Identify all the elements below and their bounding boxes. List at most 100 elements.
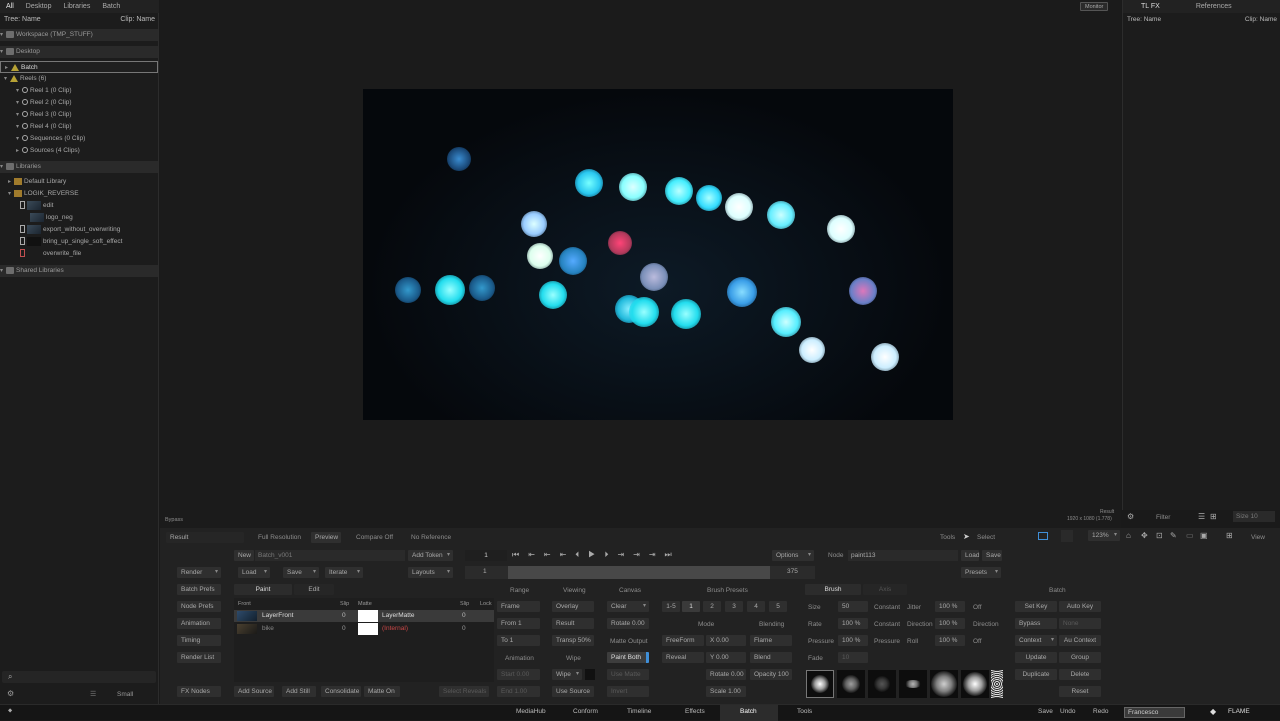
list-view-icon[interactable]: ☰ — [90, 690, 96, 698]
consolidate-button[interactable]: Consolidate — [321, 686, 361, 697]
save-button[interactable]: Save — [1038, 708, 1053, 715]
freeform-button[interactable]: FreeForm — [662, 635, 704, 646]
tree-item-shared-libraries[interactable]: ▾ Shared Libraries — [0, 265, 158, 277]
tree-item-overwrite-file[interactable]: overwrite_file — [0, 248, 158, 260]
redo-button[interactable]: Redo — [1093, 708, 1109, 715]
tab-edit[interactable]: Edit — [294, 584, 334, 595]
tree-item-workspace[interactable]: ▾ Workspace (TMP_STUFF) — [0, 29, 158, 41]
start-field[interactable]: Start 0.00 — [497, 669, 540, 680]
brush-tip[interactable] — [868, 670, 896, 698]
clip-name-header[interactable]: Clip: Name — [120, 16, 155, 24]
tree-item-export[interactable]: export_without_overwriting — [0, 224, 158, 236]
brush-tip[interactable] — [961, 670, 989, 698]
roll-field[interactable]: 100 % — [935, 635, 965, 646]
tab-mediahub[interactable]: MediaHub — [516, 708, 546, 715]
transp-field[interactable]: Transp 50% — [552, 635, 594, 646]
bypass-button[interactable]: Bypass — [1015, 618, 1057, 629]
use-source-button[interactable]: Use Source — [552, 686, 594, 697]
tree-item-edit[interactable]: edit — [0, 200, 158, 212]
direction-field[interactable]: 100 % — [935, 618, 965, 629]
search-field[interactable]: ⌕ — [2, 671, 156, 683]
gear-icon[interactable]: ⚙ — [7, 689, 14, 698]
tree-item-reel4[interactable]: ▾ Reel 4 (0 Clip) — [0, 121, 158, 133]
new-batch-button[interactable]: New — [234, 550, 254, 561]
pressure-field[interactable]: 100 % — [838, 635, 868, 646]
load-dropdown[interactable]: Load — [238, 567, 270, 578]
timing-button[interactable]: Timing — [177, 635, 221, 646]
tab-conform[interactable]: Conform — [573, 708, 598, 715]
preset-5-button[interactable]: 5 — [769, 601, 787, 612]
fx-nodes-button[interactable]: FX Nodes — [177, 686, 221, 697]
tab-brush[interactable]: Brush — [805, 584, 861, 595]
add-token-dropdown[interactable]: Add Token — [408, 550, 453, 561]
preset-2-button[interactable]: 2 — [703, 601, 721, 612]
node-name-field[interactable]: paint113 — [848, 550, 958, 561]
transport-controls[interactable]: ⏮⇤⇤⇤⏴▶⏵⇥⇥⇥⏭ — [512, 550, 681, 560]
reveal-button[interactable]: Reveal — [662, 652, 704, 663]
off-label[interactable]: Off — [973, 638, 982, 645]
brush-tip[interactable] — [899, 670, 927, 698]
viewing-result-button[interactable]: Result — [552, 618, 594, 629]
end-field[interactable]: End 1.00 — [497, 686, 540, 697]
scale-field[interactable]: Scale 1.00 — [706, 686, 746, 697]
tree-name-header[interactable]: Tree: Name — [1127, 16, 1161, 23]
batch-name-field[interactable]: Batch_v001 — [255, 550, 405, 561]
timeline-bar[interactable]: 1 375 — [465, 566, 815, 579]
tree-item-batch[interactable]: ▸ Batch — [0, 61, 158, 73]
rate-field[interactable]: 100 % — [838, 618, 868, 629]
auto-key-button[interactable]: Auto Key — [1059, 601, 1101, 612]
zoom-dropdown[interactable]: 123% — [1088, 530, 1120, 541]
select-reveals-button[interactable]: Select Reveals — [439, 686, 489, 697]
move-icon[interactable]: ✥ — [1141, 531, 1148, 540]
tab-references[interactable]: References — [1178, 0, 1250, 13]
none-button[interactable]: None — [1059, 618, 1101, 629]
user-dropdown[interactable]: Francesco — [1124, 707, 1185, 718]
tree-item-sequences[interactable]: ▾ Sequences (0 Clip) — [0, 133, 158, 145]
render-list-button[interactable]: Render List — [177, 652, 221, 663]
view-button[interactable]: View — [1251, 534, 1265, 541]
brush-size-field[interactable]: 50 — [838, 601, 868, 612]
view-size-label[interactable]: Small — [117, 691, 133, 698]
preset-4-button[interactable]: 4 — [747, 601, 765, 612]
use-matte-button[interactable]: Use Matte — [607, 669, 649, 680]
timeline-range[interactable] — [508, 566, 770, 579]
layer-row[interactable]: bike 0 (Internal) 0 — [234, 623, 494, 635]
tree-item-sources[interactable]: ▸ Sources (4 Clips) — [0, 145, 158, 157]
monitor-button[interactable]: Monitor — [1080, 2, 1109, 11]
y-field[interactable]: Y 0.00 — [706, 652, 746, 663]
iterate-dropdown[interactable]: Iterate — [325, 567, 363, 578]
node-load-button[interactable]: Load — [961, 550, 979, 561]
layouts-dropdown[interactable]: Layouts — [408, 567, 453, 578]
tree-item-bring-up[interactable]: bring_up_single_soft_effect — [0, 236, 158, 248]
layer-row[interactable]: LayerFront 0 LayerMatte 0 — [234, 610, 494, 622]
tree-item-reels[interactable]: ▾ Reels (6) — [0, 73, 158, 85]
tab-batch[interactable]: Batch — [740, 708, 757, 715]
duplicate-button[interactable]: Duplicate — [1015, 669, 1057, 680]
undo-button[interactable]: Undo — [1060, 708, 1076, 715]
canvas-rotate-field[interactable]: Rotate 0.00 — [607, 618, 649, 629]
grid-icon[interactable]: ⊞ — [1210, 512, 1217, 521]
viewport-icon[interactable] — [1038, 532, 1048, 540]
range-to-field[interactable]: To 1 — [497, 635, 540, 646]
range-from-field[interactable]: From 1 — [497, 618, 540, 629]
wipe-color-swatch[interactable] — [585, 669, 595, 680]
frame-field[interactable]: 1 — [465, 550, 507, 561]
set-key-button[interactable]: Set Key — [1015, 601, 1057, 612]
eyedropper-icon[interactable]: ✎ — [1170, 531, 1177, 540]
tree-item-logo-neg[interactable]: logo_neg — [0, 212, 158, 224]
brush-tip[interactable] — [806, 670, 834, 698]
range-frame-button[interactable]: Frame — [497, 601, 540, 612]
overlay-button[interactable]: Overlay — [552, 601, 594, 612]
presets-dropdown[interactable]: Presets — [961, 567, 1001, 578]
select-tool[interactable]: Select — [977, 534, 995, 541]
matte-on-button[interactable]: Matte On — [364, 686, 400, 697]
group-button[interactable]: Group — [1059, 652, 1101, 663]
tab-libraries[interactable]: Libraries — [57, 0, 96, 13]
size-field[interactable]: Size 10 — [1233, 511, 1275, 522]
delete-button[interactable]: Delete — [1059, 669, 1101, 680]
brush-tip[interactable] — [837, 670, 865, 698]
context-dropdown[interactable]: Context — [1015, 635, 1057, 646]
x-field[interactable]: X 0.00 — [706, 635, 746, 646]
list-icon[interactable]: ☰ — [1198, 512, 1205, 521]
tab-tools[interactable]: Tools — [797, 708, 812, 715]
